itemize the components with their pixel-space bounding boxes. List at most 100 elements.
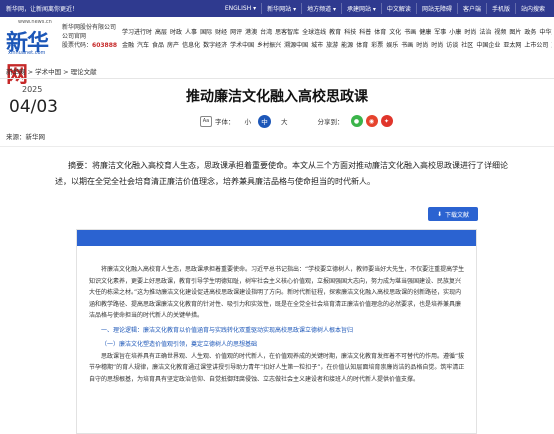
nav-row2-item[interactable]: 上市公司	[524, 39, 548, 52]
nav-row1-item[interactable]: 科普	[359, 26, 371, 39]
nav-row2-item[interactable]: 访谈	[446, 39, 458, 52]
nav-row1-item[interactable]: 书画	[404, 26, 416, 39]
brand-info: 新华网股份有限公司 公司官网 股票代码：603888	[62, 23, 117, 50]
welcome-text: 新华网，让新闻离你更近！	[6, 6, 79, 13]
link-chinese-interpretation[interactable]: 中文解读	[380, 3, 416, 14]
nav-row2-item[interactable]: 汽车	[137, 39, 149, 52]
nav-row2-item[interactable]: 金融	[122, 39, 134, 52]
nav-row-2: 金融 汽车 食品 房产 信息化 数字经济 学术中国 乡村振兴 溯源中国 城市 旅游 能源 体育 彩票 娱乐书…	[122, 39, 552, 52]
nav-row1-item[interactable]: 科技	[344, 26, 356, 39]
nav-row1-item[interactable]: 时尚	[464, 26, 476, 39]
channel-nav: 学习进行时 高层 时政 人事 国际 财经 网评 港澳 台湾 思客智库 全球连线 教育 科技 科普 体育 文化书…	[122, 26, 552, 52]
nav-row2-item[interactable]: 文化产业	[551, 39, 552, 52]
nav-row2-item[interactable]: 食品	[152, 39, 164, 52]
nav-row1-item[interactable]: 中华文化	[539, 26, 552, 39]
doc-paragraph: 将廉洁文化融入高校育人生态，思政课承担着重要使命。习近平总书记指出：“学校要立德…	[89, 266, 465, 319]
nav-row1-item[interactable]: 健康	[419, 26, 431, 39]
share-label: 分享到：	[317, 118, 344, 126]
top-bar: 新华网，让新闻离你更近！ ENGLISH ▾ 新华网站 ▾ 地方频道 ▾ 承建网…	[0, 0, 554, 17]
nav-row1-item[interactable]: 台湾	[260, 26, 272, 39]
link-xinhua-sites[interactable]: 新华网站 ▾	[261, 3, 301, 14]
nav-row2-item[interactable]: 书画	[401, 39, 413, 52]
nav-row2-item[interactable]: 旅游	[326, 39, 338, 52]
document-preview[interactable]: 将廉洁文化融入高校育人生态，思政课承担着重要使命。习近平总书记指出：“学校要立德…	[76, 229, 477, 434]
nav-row2-item[interactable]: 城市	[311, 39, 323, 52]
nav-row1-item[interactable]: 人事	[185, 26, 197, 39]
nav-row1-item[interactable]: 体育	[374, 26, 386, 39]
nav-row1-item[interactable]: 财经	[215, 26, 227, 39]
link-mobile[interactable]: 手机版	[485, 3, 515, 14]
link-accessibility[interactable]: 网站无障碍	[415, 3, 457, 14]
document-header-band	[77, 230, 476, 246]
font-size-medium[interactable]: 中	[258, 114, 271, 128]
divider-2	[0, 146, 554, 147]
nav-row1-item[interactable]: 网评	[230, 26, 242, 39]
nav-row2-item[interactable]: 学术中国	[230, 39, 254, 52]
font-size-small[interactable]: 小	[245, 116, 252, 126]
link-hosted-sites[interactable]: 承建网站 ▾	[341, 3, 381, 14]
article-title: 推动廉洁文化融入高校思政课	[186, 89, 368, 105]
brand-company: 新华网股份有限公司	[62, 24, 117, 31]
nav-row1-item[interactable]: 文化	[389, 26, 401, 39]
nav-row2-item[interactable]: 体育	[356, 39, 368, 52]
link-local-channels[interactable]: 地方频道 ▾	[301, 3, 341, 14]
article-source: 来源：新华网	[6, 133, 45, 141]
nav-row1-item[interactable]: 政务	[524, 26, 536, 39]
nav-row2-item[interactable]: 信息化	[182, 39, 200, 52]
nav-row2-item[interactable]: 能源	[341, 39, 353, 52]
download-label: 下载文献	[445, 211, 470, 219]
nav-row2-item[interactable]: 亚太网	[503, 39, 521, 52]
breadcrumb[interactable]: 新华网 > 学术中国 > 理论文献	[6, 66, 97, 76]
nav-row1-item[interactable]: 图片	[509, 26, 521, 39]
nav-row2-item[interactable]: 社区	[461, 39, 473, 52]
weibo-share-icon[interactable]: ◉	[365, 115, 378, 127]
article-toolbar: Aa 字体： 小 中 大 分享到： ● ◉ ✦	[200, 114, 393, 128]
stock-label: 股票代码：	[62, 42, 93, 49]
logo-mark: 新华网	[6, 25, 58, 89]
nav-row1-item[interactable]: 学习进行时	[122, 26, 152, 39]
font-size-icon: Aa	[200, 115, 212, 127]
logo-sub: xinhuanet.com	[8, 50, 46, 56]
download-document-button[interactable]: ⬇ 下载文献	[428, 207, 478, 221]
font-label: 字体：	[215, 118, 235, 126]
brand-stock: 股票代码：603888	[62, 41, 117, 50]
nav-row2-item[interactable]: 数字经济	[203, 39, 227, 52]
nav-row2-item[interactable]: 中国企业	[476, 39, 500, 52]
doc-heading-2: （一）廉洁文化塑造价值观引领，奠定立德树人的思想基础	[101, 341, 258, 348]
nav-row1-item[interactable]: 军事	[434, 26, 446, 39]
nav-row1-item[interactable]: 高层	[155, 26, 167, 39]
nav-row2-item[interactable]: 娱乐	[386, 39, 398, 52]
nav-row1-item[interactable]: 视频	[494, 26, 506, 39]
stock-code: 603888	[92, 42, 118, 49]
qq-share-icon[interactable]: ✦	[380, 115, 393, 127]
font-size-large[interactable]: 大	[281, 116, 288, 126]
nav-row1-item[interactable]: 小康	[449, 26, 461, 39]
nav-row2-item[interactable]: 乡村振兴	[257, 39, 281, 52]
nav-row2-item[interactable]: 时尚	[431, 39, 443, 52]
nav-row2-item[interactable]: 溯源中国	[284, 39, 308, 52]
nav-row-1: 学习进行时 高层 时政 人事 国际 财经 网评 港澳 台湾 思客智库 全球连线 教育 科技 科普 体育 文化书…	[122, 26, 552, 39]
brand-official-site[interactable]: 公司官网	[62, 32, 117, 41]
nav-row1-item[interactable]: 全球连线	[302, 26, 326, 39]
doc-heading-1: 一、理论逻辑：廉洁文化教育以价值涵育与实践转化双重驱动实现高校思政课立德树人根本…	[101, 326, 354, 334]
download-icon: ⬇	[436, 210, 442, 218]
nav-row1-item[interactable]: 法治	[479, 26, 491, 39]
nav-row2-item[interactable]: 彩票	[371, 39, 383, 52]
nav-row1-item[interactable]: 港澳	[245, 26, 257, 39]
site-header: www.news.cn 新华网 xinhuanet.com 新华网股份有限公司 …	[0, 17, 554, 88]
nav-row2-item[interactable]: 时尚	[416, 39, 428, 52]
wechat-share-icon[interactable]: ●	[350, 115, 363, 127]
nav-row1-item[interactable]: 时政	[170, 26, 182, 39]
nav-row1-item[interactable]: 思客智库	[275, 26, 299, 39]
link-english[interactable]: ENGLISH ▾	[220, 4, 261, 13]
top-links: ENGLISH ▾ 新华网站 ▾ 地方频道 ▾ 承建网站 ▾ 中文解读 网站无障…	[220, 3, 550, 14]
article-abstract: 摘要：将廉洁文化融入高校育人生态，思政课承担着重要使命。本文从三个方面对推动廉洁…	[55, 161, 508, 186]
link-client-app[interactable]: 客户端	[456, 3, 486, 14]
doc-paragraph: 思政课旨在培养具有正确世界观、人生观、价值观的时代新人，在价值观养成的关键时期，…	[89, 352, 465, 383]
nav-row2-item[interactable]: 房产	[167, 39, 179, 52]
document-body: 将廉洁文化融入高校育人生态，思政课承担着重要使命。习近平总书记指出：“学校要立德…	[89, 264, 466, 385]
nav-row1-item[interactable]: 教育	[329, 26, 341, 39]
link-site-search[interactable]: 站内搜索	[514, 3, 550, 14]
nav-row1-item[interactable]: 国际	[200, 26, 212, 39]
xinhua-logo[interactable]: www.news.cn 新华网 xinhuanet.com	[6, 19, 58, 88]
